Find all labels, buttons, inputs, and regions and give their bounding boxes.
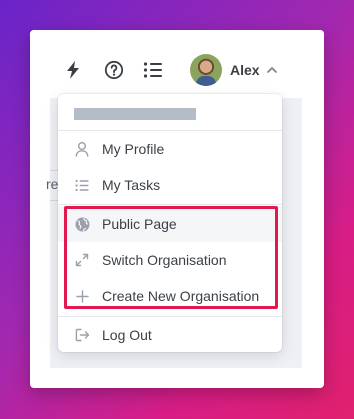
user-name[interactable]: Alex	[230, 62, 260, 78]
menu-item-my-profile[interactable]: My Profile	[58, 131, 282, 167]
avatar[interactable]	[190, 54, 222, 86]
menu-item-label: Switch Organisation	[102, 252, 227, 268]
chevron-up-icon[interactable]	[266, 63, 278, 81]
menu-item-label: My Tasks	[102, 177, 161, 193]
background-text: re	[46, 176, 59, 192]
app-window: Alex re My Profile My Tasks Public Page …	[30, 30, 324, 388]
lightning-icon[interactable]	[62, 59, 84, 81]
user-icon	[74, 141, 90, 157]
list-icon[interactable]	[142, 59, 164, 81]
menu-item-label: Log Out	[102, 327, 152, 343]
organisation-name-placeholder	[74, 108, 196, 120]
menu-item-label: Public Page	[102, 216, 177, 232]
menu-item-public-page[interactable]: Public Page	[58, 206, 282, 242]
logout-icon	[74, 327, 90, 343]
menu-item-log-out[interactable]: Log Out	[58, 317, 282, 353]
menu-item-switch-organisation[interactable]: Switch Organisation	[58, 242, 282, 278]
globe-icon	[74, 216, 90, 232]
menu-item-label: My Profile	[102, 141, 165, 157]
menu-item-my-tasks[interactable]: My Tasks	[58, 167, 282, 203]
plus-icon	[74, 288, 90, 304]
help-icon[interactable]	[103, 59, 125, 81]
menu-item-label: Create New Organisation	[102, 288, 260, 304]
expand-arrows-icon	[74, 252, 90, 268]
menu-divider	[58, 204, 282, 205]
user-dropdown-menu: My Profile My Tasks Public Page Switch O…	[58, 94, 282, 352]
list-icon	[74, 177, 90, 193]
menu-item-create-new-organisation[interactable]: Create New Organisation	[58, 278, 282, 314]
